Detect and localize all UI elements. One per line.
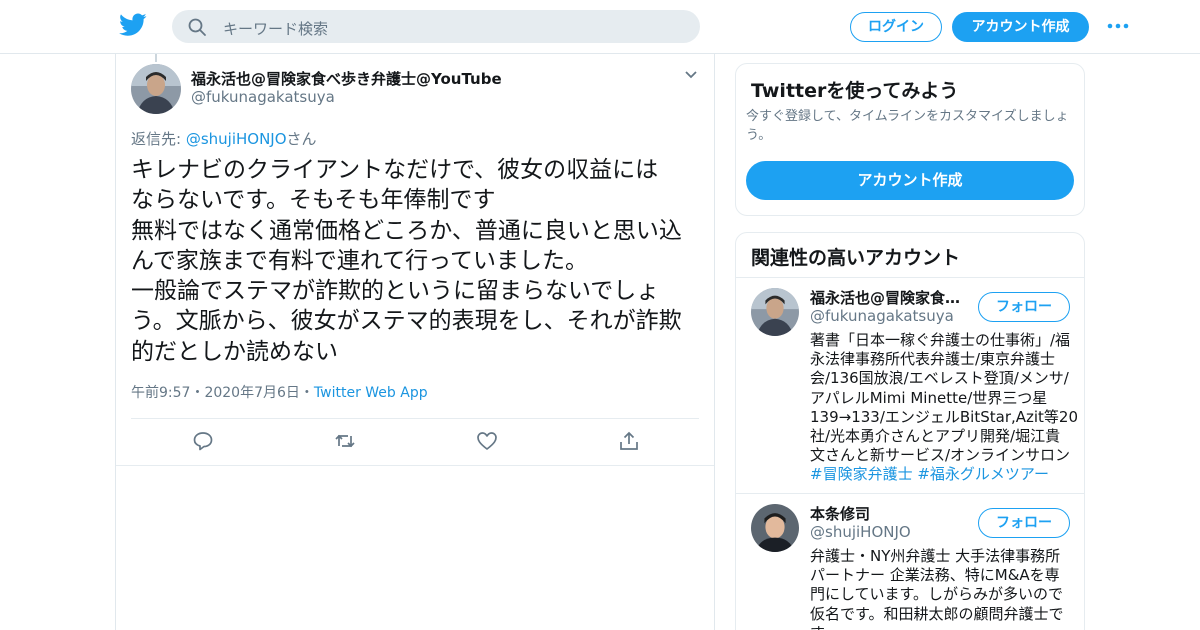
tweet: 福永活也@冒険家食べ歩き弁護士@YouTube @fukunagakatsuya… xyxy=(116,54,714,466)
meta-separator: ・ xyxy=(299,385,314,401)
top-navigation-bar: キーワード検索 ログイン アカウント作成 xyxy=(0,0,1200,54)
tweet-text: キレナビのクライアントなだけで、彼女の収益には ならないです。そもそも年俸制です… xyxy=(131,155,706,367)
account-name[interactable]: 福永活也@冒険家食べ歩き弁護士@YouTube xyxy=(810,287,970,308)
bio-line: 社/光本勇介さんとアプリ開発/堀江貴 xyxy=(810,427,1061,446)
reply-mention-link[interactable]: @shujiHONJO xyxy=(186,130,287,148)
tweet-text-line: んで家族まで有料で連れて行っていました。 xyxy=(131,247,589,274)
tweet-text-line: 無料ではなく通常価格どころか、普通に良いと思い込 xyxy=(131,217,682,244)
reply-to-label: 返信先: @shujiHONJOさん xyxy=(131,128,317,149)
account-handle[interactable]: @shujiHONJO xyxy=(810,523,911,541)
more-dots-icon[interactable] xyxy=(1106,18,1130,34)
bio-line: 著書「日本一稼ぐ弁護士の仕事術」/福 xyxy=(810,331,1071,349)
divider xyxy=(736,493,1084,494)
bio-line: 文さんと新サービス/オンラインサロン xyxy=(810,446,1071,465)
bio-line: 弁護士・NY州弁護士 大手法律事務所 xyxy=(810,547,1061,565)
tweet-text-line: う。文脈から、彼女がステマ的表現をし、それが詐欺 xyxy=(131,308,682,335)
divider xyxy=(131,418,699,419)
bio-line: す xyxy=(810,624,1072,630)
avatar-photo xyxy=(751,504,799,552)
login-button[interactable]: ログイン xyxy=(850,12,942,42)
avatar-photo xyxy=(751,288,799,336)
account-bio: 著書「日本一稼ぐ弁護士の仕事術」/福 永法律事務所代表弁護士/東京弁護士 会/1… xyxy=(810,331,1079,485)
signup-button[interactable]: アカウント作成 xyxy=(952,12,1089,42)
reply-prefix: 返信先: xyxy=(131,130,186,148)
bio-line: 139→133/エンジェルBitStar,Azit等20 xyxy=(810,407,1079,426)
avatar[interactable] xyxy=(751,288,799,336)
account-bio: 弁護士・NY州弁護士 大手法律事務所 パートナー 企業法務、特にM&Aを専 門に… xyxy=(810,547,1072,630)
bio-line: 門にしています。しがらみが多いので xyxy=(810,585,1064,604)
reply-icon[interactable] xyxy=(192,430,214,452)
related-accounts-card: 関連性の高いアカウント 福永活也@冒険家食べ歩き弁護士@YouTube @fuk… xyxy=(735,232,1085,630)
bio-hashtags: #冒険家弁護士 #福永グルメツアー xyxy=(810,465,1072,484)
bio-line: 永法律事務所代表弁護士/東京弁護士 xyxy=(810,350,1056,369)
tweet-column: 福永活也@冒険家食べ歩き弁護士@YouTube @fukunagakatsuya… xyxy=(115,54,715,630)
tweet-metadata: 午前9:57・2020年7月6日・Twitter Web App xyxy=(131,382,428,402)
card-title: 関連性の高いアカウント xyxy=(751,247,961,269)
search-icon xyxy=(188,18,206,36)
tweet-author-handle[interactable]: @fukunagakatsuya xyxy=(191,88,335,106)
tweet-text-line: 一般論でステマが詐欺的というに留まらないでしょ xyxy=(131,278,660,305)
twitter-bird-icon[interactable] xyxy=(119,13,147,37)
tweet-date[interactable]: 2020年7月6日 xyxy=(204,385,299,401)
meta-separator: ・ xyxy=(190,385,205,401)
tweet-text-line: ならないです。そもそも年俸制です xyxy=(131,187,496,214)
signup-prompt-card: Twitterを使ってみよう 今すぐ登録して、タイムラインをカスタマイズしましょ… xyxy=(735,63,1085,216)
avatar[interactable] xyxy=(751,504,799,552)
divider xyxy=(736,277,1084,278)
tweet-source-link[interactable]: Twitter Web App xyxy=(314,385,428,401)
account-handle[interactable]: @fukunagakatsuya xyxy=(810,307,954,325)
bio-line: 会/136国放浪/エベレスト登頂/メンサ/ xyxy=(810,369,1069,388)
chevron-down-icon[interactable] xyxy=(684,70,698,80)
card-description: 今すぐ登録して、タイムラインをカスタマイズしましょう。 xyxy=(746,109,1069,143)
avatar[interactable] xyxy=(131,64,181,114)
card-title: Twitterを使ってみよう xyxy=(751,80,959,102)
bio-line: 仮名です。和田耕太郎の顧問弁護士で xyxy=(810,604,1064,623)
account-name[interactable]: 本条修司 xyxy=(810,503,970,524)
bio-line: パートナー 企業法務、特にM&Aを専 xyxy=(810,566,1060,585)
bio-line: アパレルMimi Minette/世界三つ星 xyxy=(810,388,1048,407)
hashtag-link[interactable]: #冒険家弁護士 xyxy=(810,465,913,483)
avatar-photo xyxy=(131,64,181,114)
retweet-icon[interactable] xyxy=(334,430,356,452)
tweet-text-line: 的だとしか読めない xyxy=(131,338,338,365)
search-input[interactable]: キーワード検索 xyxy=(223,18,328,39)
reply-suffix: さん xyxy=(286,130,317,148)
signup-cta-button[interactable]: アカウント作成 xyxy=(746,161,1074,200)
follow-button[interactable]: フォロー xyxy=(978,508,1070,538)
follow-button[interactable]: フォロー xyxy=(978,292,1070,322)
tweet-text-line: キレナビのクライアントなだけで、彼女の収益には xyxy=(131,157,659,183)
like-icon[interactable] xyxy=(476,430,498,452)
share-icon[interactable] xyxy=(618,430,640,452)
search-bar[interactable]: キーワード検索 xyxy=(172,10,700,43)
tweet-time[interactable]: 午前9:57 xyxy=(131,385,190,401)
tweet-author-name[interactable]: 福永活也@冒険家食べ歩き弁護士@YouTube xyxy=(191,68,502,89)
hashtag-link[interactable]: #福永グルメツアー xyxy=(917,465,1049,483)
